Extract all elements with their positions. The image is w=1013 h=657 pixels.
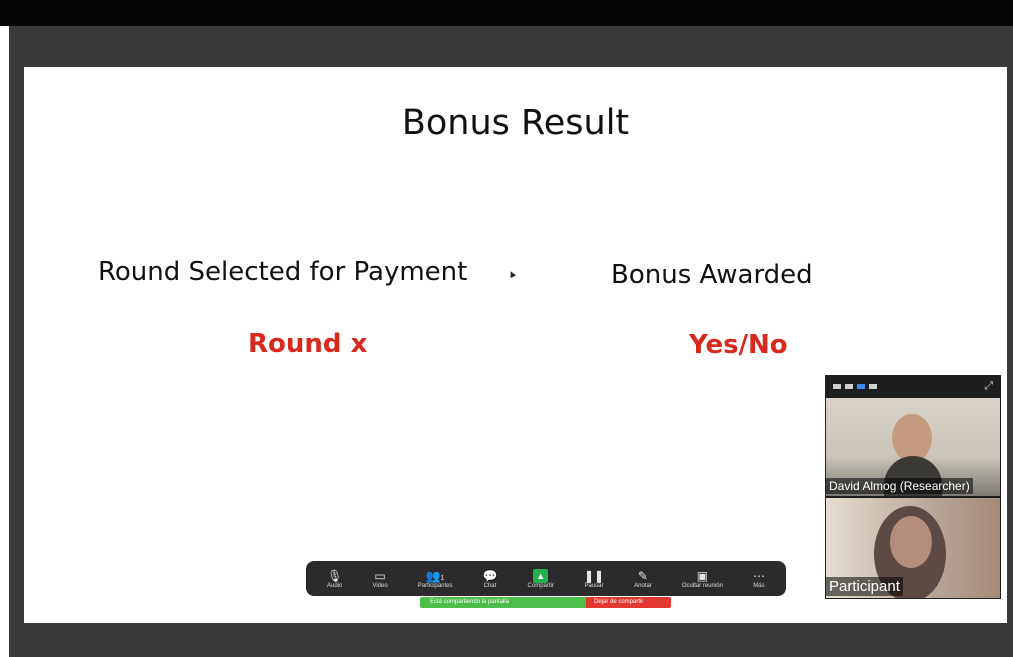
participants-button[interactable]: 👥1 Participantes (418, 569, 453, 589)
hide-meeting-label: Ocultar reunión (681, 582, 723, 589)
annotate-label: Anotar (634, 582, 652, 589)
meeting-toolbar: 🎙 Audio ▭ Video 👥1 Participantes 💬 Chat … (306, 561, 786, 596)
researcher-face (892, 414, 932, 462)
researcher-video-tile[interactable]: David Almog (Researcher) (826, 398, 1000, 496)
pause-button[interactable]: ❚❚ Pausar (584, 569, 604, 589)
speaker-view-icon[interactable] (857, 383, 865, 389)
chat-button[interactable]: 💬 Chat (483, 569, 498, 589)
stop-sharing-button[interactable]: Dejar de compartir (586, 597, 671, 608)
participants-icon: 👥1 (425, 568, 445, 583)
video-panel: ⤢ David Almog (Researcher) Participant (825, 375, 1001, 599)
slide-title: Bonus Result (401, 103, 630, 143)
share-screen-icon: ▲ (533, 568, 549, 583)
participant-face (890, 516, 932, 568)
video-button[interactable]: ▭ Video (372, 569, 387, 589)
video-label: Video (372, 582, 388, 589)
pause-label: Pausar (584, 582, 604, 589)
sharing-status-bar: Está compartiendo la pantalla Dejar de c… (420, 597, 671, 608)
more-button[interactable]: ⋯ Más (753, 569, 765, 589)
mouse-cursor-icon (508, 270, 516, 278)
gallery-view-icon[interactable] (869, 383, 877, 389)
pause-icon: ❚❚ (583, 568, 605, 583)
audio-label: Audio (327, 582, 343, 589)
round-value: Round x (248, 329, 368, 359)
hide-meeting-button[interactable]: ▣ Ocultar reunión (682, 569, 723, 589)
bonus-awarded-label: Bonus Awarded (611, 260, 813, 290)
share-screen-button[interactable]: ▲ Compartir (527, 568, 554, 589)
chat-icon: 💬 (482, 568, 498, 583)
minimize-icon[interactable] (833, 383, 841, 389)
top-black-bar (0, 0, 1013, 26)
annotate-button[interactable]: ✎ Anotar (634, 569, 652, 589)
single-view-icon[interactable] (845, 383, 853, 389)
hide-meeting-icon: ▣ (696, 568, 709, 583)
participants-count: 1 (440, 574, 445, 582)
expand-icon[interactable]: ⤢ (984, 380, 993, 393)
researcher-name-tag: David Almog (Researcher) (826, 478, 973, 494)
round-selected-label: Round Selected for Payment (98, 257, 468, 287)
participants-label: Participantes (417, 582, 453, 589)
bonus-value: Yes/No (689, 330, 788, 360)
participant-video-tile[interactable]: Participant (826, 498, 1000, 598)
participant-name-tag: Participant (826, 577, 903, 596)
audio-button[interactable]: 🎙 Audio (327, 569, 342, 589)
more-label: Más (753, 582, 765, 589)
microphone-icon: 🎙 (327, 568, 343, 583)
share-label: Compartir (527, 582, 554, 589)
annotate-icon: ✎ (637, 568, 648, 583)
video-camera-icon: ▭ (374, 568, 386, 583)
video-panel-controls: ⤢ (825, 375, 1001, 397)
more-icon: ⋯ (752, 568, 765, 583)
chat-label: Chat (483, 582, 497, 589)
sharing-status-text: Está compartiendo la pantalla (420, 597, 586, 608)
